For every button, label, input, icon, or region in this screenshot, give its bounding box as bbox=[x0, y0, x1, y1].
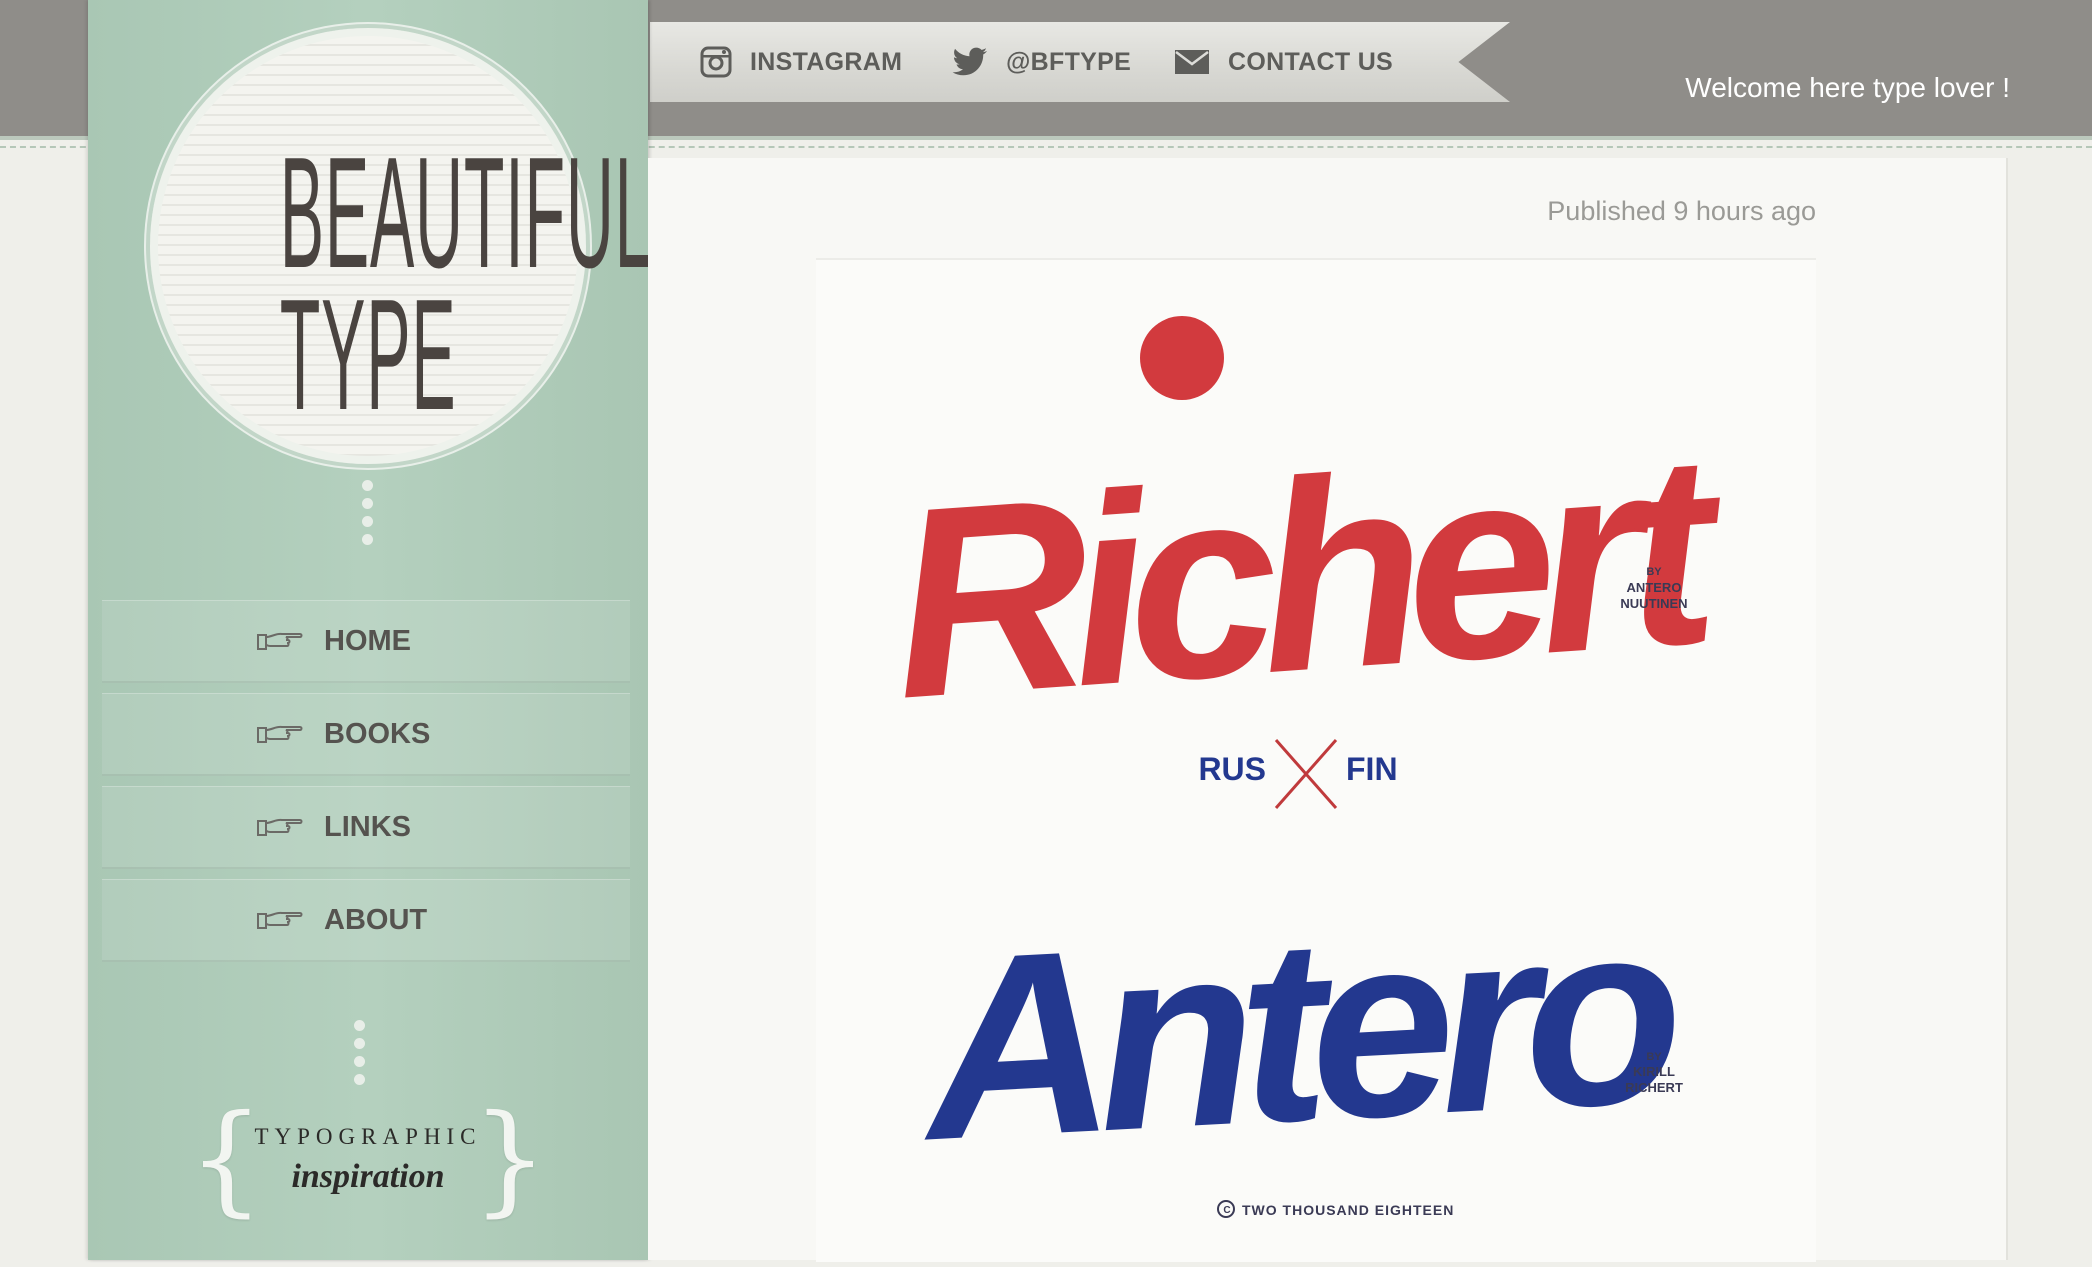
copyright-c: C bbox=[1223, 1205, 1230, 1216]
social-ribbon: INSTAGRAM @BFTYPE CONTACT US bbox=[650, 22, 1510, 102]
credit-top-first: ANTERO bbox=[1627, 580, 1682, 595]
dot-divider bbox=[354, 1020, 365, 1085]
instagram-icon bbox=[700, 46, 732, 78]
instagram-link[interactable]: INSTAGRAM bbox=[700, 22, 902, 102]
dot-divider bbox=[362, 480, 373, 545]
contact-link[interactable]: CONTACT US bbox=[1174, 22, 1393, 102]
nav-item-links[interactable]: LINKS bbox=[102, 786, 630, 869]
site-logo[interactable]: BEAUTIFUL TYPE bbox=[150, 28, 652, 464]
tagline-line-1: TYPOGRAPHIC bbox=[254, 1124, 482, 1149]
twitter-icon bbox=[952, 47, 987, 76]
logo-line-2: TYPE bbox=[279, 267, 457, 443]
nav-label-books: BOOKS bbox=[324, 717, 431, 750]
credit-bottom-first: KIRILL bbox=[1633, 1064, 1675, 1079]
word-bottom: Antero bbox=[909, 866, 1685, 1195]
tagline: { } TYPOGRAPHIC inspiration bbox=[188, 1100, 548, 1220]
middle-right: FIN bbox=[1346, 751, 1398, 787]
tagline-line-2: inspiration bbox=[291, 1158, 445, 1195]
nav-label-links: LINKS bbox=[324, 810, 411, 843]
nav-label-home: HOME bbox=[324, 624, 411, 657]
sidebar-nav: HOME BOOKS LINKS ABOUT bbox=[102, 600, 630, 972]
word-top: Richert bbox=[883, 397, 1736, 755]
pointing-hand-icon bbox=[257, 725, 303, 743]
pointing-hand-icon bbox=[257, 911, 303, 929]
contact-label: CONTACT US bbox=[1228, 47, 1394, 76]
pointing-hand-icon bbox=[257, 818, 303, 836]
welcome-message: Welcome here type lover ! bbox=[1685, 72, 2010, 103]
sidebar: BEAUTIFUL TYPE HOME BOOKS LINKS ABOUT {… bbox=[88, 0, 652, 1260]
nav-item-books[interactable]: BOOKS bbox=[102, 693, 630, 776]
twitter-label: @BFTYPE bbox=[1006, 47, 1132, 76]
post-artwork[interactable]: Richert BY ANTERO NUUTINEN RUS FIN Anter… bbox=[816, 258, 1816, 1262]
i-dot bbox=[1140, 316, 1224, 400]
middle-left: RUS bbox=[1198, 751, 1266, 787]
credit-top-by: BY bbox=[1646, 566, 1662, 578]
post-content: Published 9 hours ago Richert BY ANTERO … bbox=[648, 158, 2008, 1262]
credit-bottom-by: BY bbox=[1646, 1051, 1662, 1063]
nav-item-about[interactable]: ABOUT bbox=[102, 879, 630, 962]
lettering-artwork: Richert BY ANTERO NUUTINEN RUS FIN Anter… bbox=[883, 316, 1736, 1218]
twitter-link[interactable]: @BFTYPE bbox=[952, 22, 1131, 102]
copyright-text: TWO THOUSAND EIGHTEEN bbox=[1242, 1202, 1454, 1218]
nav-label-about: ABOUT bbox=[324, 903, 428, 936]
pointing-hand-icon bbox=[257, 632, 303, 650]
credit-top-last: NUUTINEN bbox=[1620, 596, 1687, 611]
credit-bottom-last: RICHERT bbox=[1625, 1080, 1683, 1095]
envelope-icon bbox=[1175, 50, 1209, 74]
nav-item-home[interactable]: HOME bbox=[102, 600, 630, 683]
published-time: Published 9 hours ago bbox=[1547, 196, 1816, 226]
instagram-label: INSTAGRAM bbox=[750, 47, 903, 76]
